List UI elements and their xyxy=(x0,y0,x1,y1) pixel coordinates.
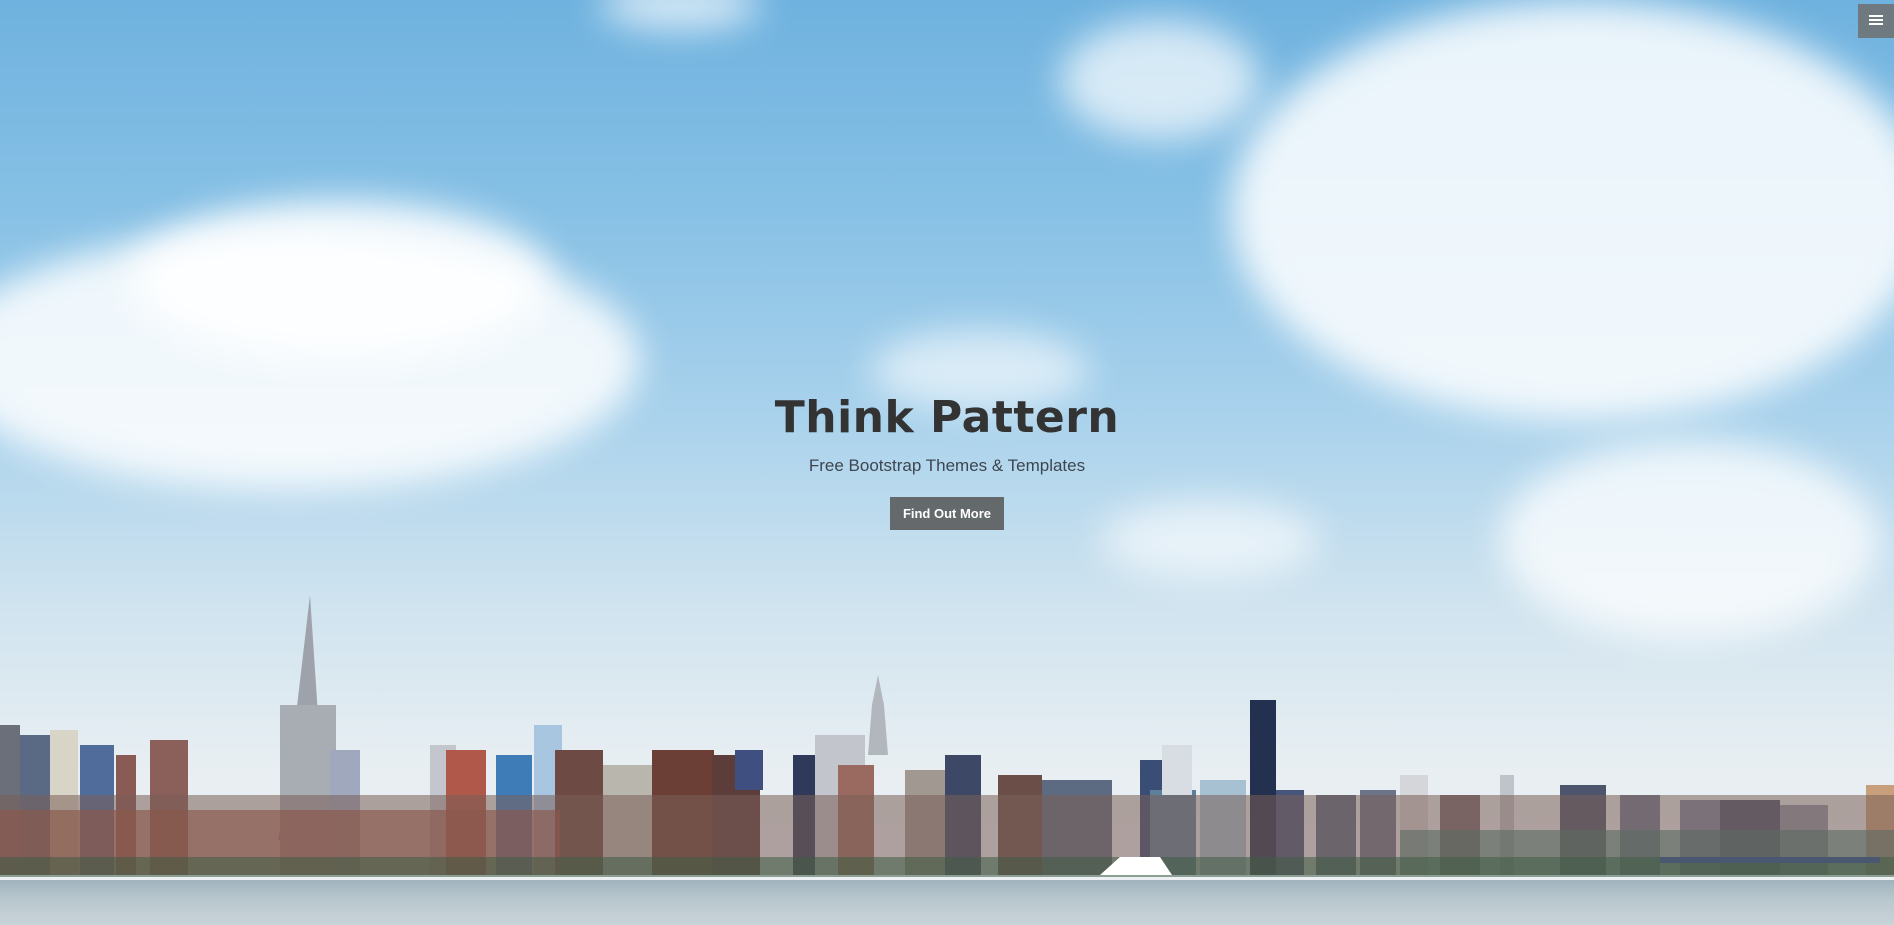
city-skyline-image xyxy=(0,595,1894,877)
hero-content: Think Pattern Free Bootstrap Themes & Te… xyxy=(0,388,1894,530)
find-out-more-button[interactable]: Find Out More xyxy=(889,497,1005,530)
menu-toggle-button[interactable] xyxy=(1858,4,1894,38)
cloud xyxy=(1230,0,1894,420)
hamburger-icon xyxy=(1869,14,1883,29)
river-water xyxy=(0,880,1894,925)
page-title: Think Pattern xyxy=(774,392,1120,443)
cloud xyxy=(130,200,550,360)
cloud xyxy=(1060,20,1260,140)
hero-section: Think Pattern Free Bootstrap Themes & Te… xyxy=(0,0,1894,925)
hero-subtitle: Free Bootstrap Themes & Templates xyxy=(808,456,1086,475)
cloud xyxy=(600,0,760,30)
